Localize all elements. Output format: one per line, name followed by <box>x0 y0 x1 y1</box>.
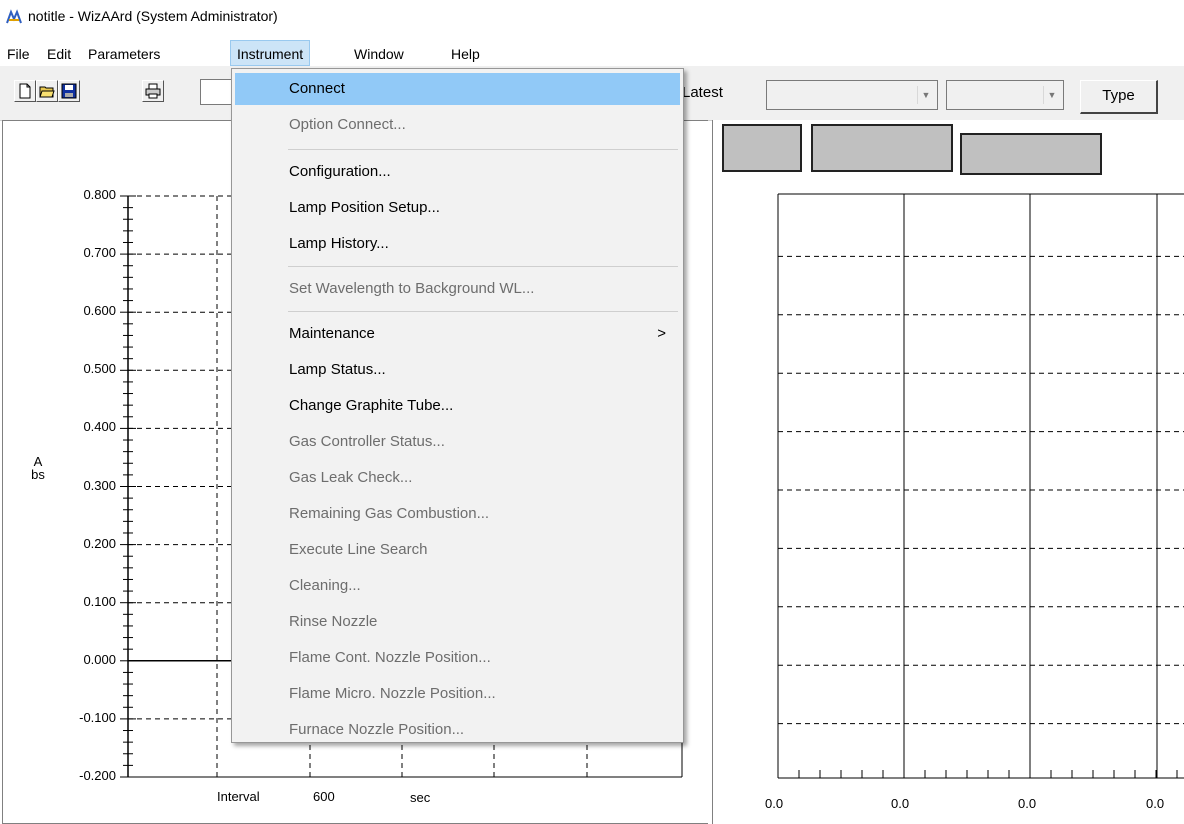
interval-unit: sec <box>410 790 431 805</box>
x-tick-label: 0.0 <box>891 796 910 811</box>
menu-item-rinse-nozzle[interactable]: Rinse Nozzle <box>235 606 680 638</box>
menu-item-flame-micro-nozzle-position[interactable]: Flame Micro. Nozzle Position... <box>235 678 680 710</box>
menu-item-gas-controller-status[interactable]: Gas Controller Status... <box>235 426 680 458</box>
save-icon[interactable] <box>58 80 80 102</box>
menu-window[interactable]: Window <box>348 44 410 66</box>
y-tick-label: -0.200 <box>79 768 116 783</box>
menu-item-flame-cont-nozzle-position[interactable]: Flame Cont. Nozzle Position... <box>235 642 680 674</box>
menu-edit[interactable]: Edit <box>41 44 77 66</box>
menu-item-connect[interactable]: Connect <box>235 73 680 105</box>
y-tick-label: -0.100 <box>79 709 116 725</box>
menu-item-configuration[interactable]: Configuration... <box>235 156 680 188</box>
menu-item-lamp-history[interactable]: Lamp History... <box>235 228 680 260</box>
combo-box-2[interactable]: ▼ <box>946 80 1064 110</box>
menu-item-remaining-gas-combustion[interactable]: Remaining Gas Combustion... <box>235 498 680 530</box>
menu-item-set-wavelength[interactable]: Set Wavelength to Background WL... <box>235 273 680 305</box>
menu-item-lamp-position-setup[interactable]: Lamp Position Setup... <box>235 192 680 224</box>
latest-label: Latest <box>682 84 723 101</box>
profile-plot-grid <box>777 193 1184 779</box>
x-tick-label: 0.0 <box>765 796 784 811</box>
menu-item-cleaning[interactable]: Cleaning... <box>235 570 680 602</box>
window-title: notitle - WizAArd (System Administrator) <box>28 8 278 24</box>
menu-item-furnace-nozzle-position[interactable]: Furnace Nozzle Position... <box>235 714 680 746</box>
y-tick-label: 0.300 <box>83 477 116 493</box>
combo-box-1[interactable]: ▼ <box>766 80 938 110</box>
y-tick-label: 0.000 <box>83 651 116 667</box>
y-tick-label: 0.600 <box>83 303 116 319</box>
menu-item-change-graphite-tube[interactable]: Change Graphite Tube... <box>235 390 680 422</box>
menu-separator <box>288 149 678 150</box>
y-axis <box>120 195 136 778</box>
menu-item-maintenance-label: Maintenance <box>289 325 375 342</box>
y-axis-label: Abs <box>31 454 45 482</box>
menu-parameters[interactable]: Parameters <box>82 44 166 66</box>
profile-plot <box>777 193 1184 779</box>
menu-item-lamp-status[interactable]: Lamp Status... <box>235 354 680 386</box>
menu-item-maintenance[interactable]: Maintenance > <box>235 318 680 350</box>
y-tick-label: 0.700 <box>83 245 116 261</box>
menu-file[interactable]: File <box>1 44 36 66</box>
chevron-down-icon[interactable]: ▼ <box>1043 86 1060 104</box>
menu-help[interactable]: Help <box>445 44 486 66</box>
chevron-down-icon[interactable]: ▼ <box>917 86 934 104</box>
new-file-icon[interactable] <box>14 80 36 102</box>
y-tick-label: 0.100 <box>83 593 116 609</box>
menu-instrument[interactable]: Instrument <box>230 40 311 66</box>
y-tick-label: 0.400 <box>83 419 116 435</box>
interval-label: Interval <box>217 789 260 804</box>
menu-separator <box>288 311 678 312</box>
y-tick-label: 0.200 <box>83 535 116 551</box>
type-button[interactable]: Type <box>1080 80 1158 114</box>
menu-item-gas-leak-check[interactable]: Gas Leak Check... <box>235 462 680 494</box>
x-tick-label: 0.0 <box>1018 796 1037 811</box>
interval-value: 600 <box>313 789 335 804</box>
wizaard-app-icon <box>6 9 24 25</box>
menu-bar <box>0 40 1184 64</box>
menu-item-option-connect[interactable]: Option Connect... <box>235 109 680 141</box>
menu-item-execute-line-search[interactable]: Execute Line Search <box>235 534 680 566</box>
print-icon[interactable] <box>142 80 164 102</box>
chevron-right-icon: > <box>657 325 666 342</box>
instrument-dropdown-menu: Connect Option Connect... Configuration.… <box>231 68 684 743</box>
y-tick-label: 0.800 <box>83 187 116 202</box>
y-tick-label: 0.500 <box>83 361 116 377</box>
x-tick-label: 0.0 <box>1146 796 1165 811</box>
menu-separator <box>288 266 678 267</box>
open-folder-icon[interactable] <box>36 80 58 102</box>
